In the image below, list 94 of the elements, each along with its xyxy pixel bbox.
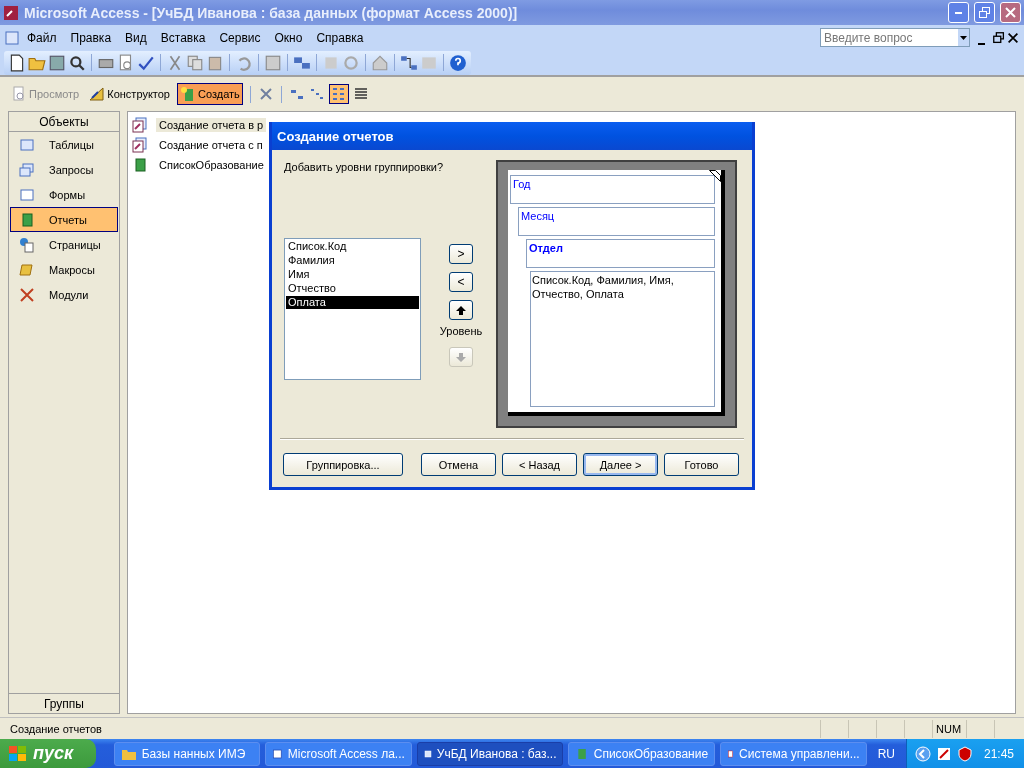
report-icon (19, 211, 35, 228)
field-item[interactable]: Оплата (286, 296, 419, 309)
menu-item[interactable]: Окно (267, 27, 310, 48)
key-icon (3, 4, 19, 21)
clock: 21:45 (984, 746, 1015, 761)
list-item[interactable]: Создание отчета в р (156, 117, 267, 132)
design-button[interactable]: Конструктор (86, 83, 173, 105)
prompt-text: Добавить уровни группировки? (284, 160, 444, 174)
detail-fields: Список.Код, Фамилия, Имя, Отчество, Оплата (530, 271, 715, 407)
language-indicator[interactable]: RU (871, 746, 901, 761)
close-icon (1006, 30, 1020, 45)
sidebar-item[interactable]: Макросы (10, 257, 118, 282)
delete-icon (257, 86, 274, 102)
form-icon (19, 186, 35, 203)
help-icon[interactable] (449, 53, 467, 72)
restore-button[interactable] (974, 2, 995, 23)
level-label: Уровень (439, 325, 483, 337)
menu-item[interactable]: Сервис (212, 27, 268, 48)
database-window-icon (4, 29, 20, 46)
search-icon[interactable] (68, 53, 86, 72)
group-level: Отдел (526, 239, 715, 268)
taskbar-button[interactable]: УчБД Иванова : баз... (416, 741, 564, 766)
report-icon (132, 156, 148, 173)
page-icon (19, 236, 35, 253)
menu-item[interactable]: Вид (118, 27, 154, 48)
report-wizard-icon (132, 116, 148, 133)
field-item[interactable]: Отчество (286, 282, 338, 295)
add-button[interactable]: > (449, 244, 473, 264)
menu-item[interactable]: Справка (309, 27, 371, 48)
windows-logo (8, 744, 28, 763)
list-item[interactable]: Создание отчета с п (156, 137, 266, 152)
group-level: Год (510, 175, 715, 204)
dialog-title: Создание отчетов (272, 122, 752, 150)
window-title: Microsoft Access - [УчБД Иванова : база данных (формат Access 2000)] (24, 4, 519, 21)
report-wizard-icon (132, 136, 148, 153)
taskbar-button[interactable]: Базы нанных ИМЭ (113, 741, 261, 766)
sidebar-item[interactable]: Отчеты (10, 207, 118, 232)
field-list[interactable]: Список.Код Фамилия Имя Отчество Оплата (284, 238, 421, 380)
magnifier-page-icon (11, 86, 27, 102)
details-view-icon (352, 86, 369, 102)
new-report-icon (179, 86, 196, 102)
status-indicator: NUM (932, 719, 966, 738)
minimize-button[interactable] (948, 2, 969, 23)
dialog-button[interactable]: < Назад (502, 453, 577, 476)
sidebar-item[interactable]: Модули (10, 282, 118, 307)
expand-icon[interactable] (915, 745, 931, 762)
relationships-icon[interactable] (400, 53, 418, 72)
small-icons-icon (308, 86, 325, 102)
panel-header: Объекты (9, 112, 119, 132)
sidebar-item[interactable]: Формы (10, 182, 118, 207)
taskbar-button[interactable]: СписокОбразование (568, 741, 716, 766)
help-search-field[interactable]: Введите вопрос (820, 28, 970, 47)
menu-item[interactable]: Правка (63, 27, 119, 48)
groups-header[interactable]: Группы (9, 693, 119, 713)
network-icon (936, 745, 952, 762)
shield-icon (957, 745, 973, 762)
up-arrow-icon (456, 305, 466, 315)
ruler-pencil-icon (89, 86, 106, 102)
menu-item[interactable]: Вставка (153, 27, 213, 48)
close-button[interactable] (1000, 2, 1021, 23)
script-icon[interactable] (342, 53, 360, 72)
close-icon (1005, 7, 1016, 18)
new-file-icon[interactable] (8, 53, 26, 72)
dialog-button[interactable]: Отмена (421, 453, 496, 476)
field-item[interactable]: Список.Код (286, 240, 349, 253)
remove-button[interactable]: < (449, 272, 473, 292)
taskbar-button[interactable]: Microsoft Access ла... (265, 741, 412, 766)
menu-item[interactable]: Файл (20, 27, 64, 48)
group-level: Месяц (518, 207, 715, 236)
down-arrow-icon (456, 352, 466, 362)
field-item[interactable]: Имя (286, 268, 312, 281)
sidebar-item[interactable]: Страницы (10, 232, 118, 257)
sidebar-item[interactable]: Таблицы (10, 132, 118, 157)
taskbar-button[interactable]: Система управлени... (720, 741, 867, 766)
query-icon (19, 161, 35, 178)
status-text: Создание отчетов (9, 722, 103, 735)
sidebar-item[interactable]: Запросы (10, 157, 118, 182)
minimize-icon (955, 11, 962, 14)
field-item[interactable]: Фамилия (286, 254, 337, 267)
macro-icon (19, 261, 35, 278)
module-icon (19, 286, 35, 303)
list-item[interactable]: СписокОбразование (156, 157, 267, 172)
minimize-icon (978, 42, 985, 45)
list-view-icon[interactable] (328, 84, 349, 104)
dialog-button[interactable]: Группировка... (283, 453, 403, 476)
restore-icon (979, 7, 990, 18)
copy-icon[interactable] (186, 53, 204, 72)
table-icon (19, 136, 35, 153)
restore-icon (992, 30, 1006, 45)
dropdown-icon (960, 35, 967, 40)
dialog-button[interactable]: Готово (664, 453, 739, 476)
priority-up-button[interactable] (449, 300, 473, 320)
dialog-button[interactable]: Далее > (583, 453, 658, 476)
new-button[interactable]: Создать (176, 83, 243, 105)
